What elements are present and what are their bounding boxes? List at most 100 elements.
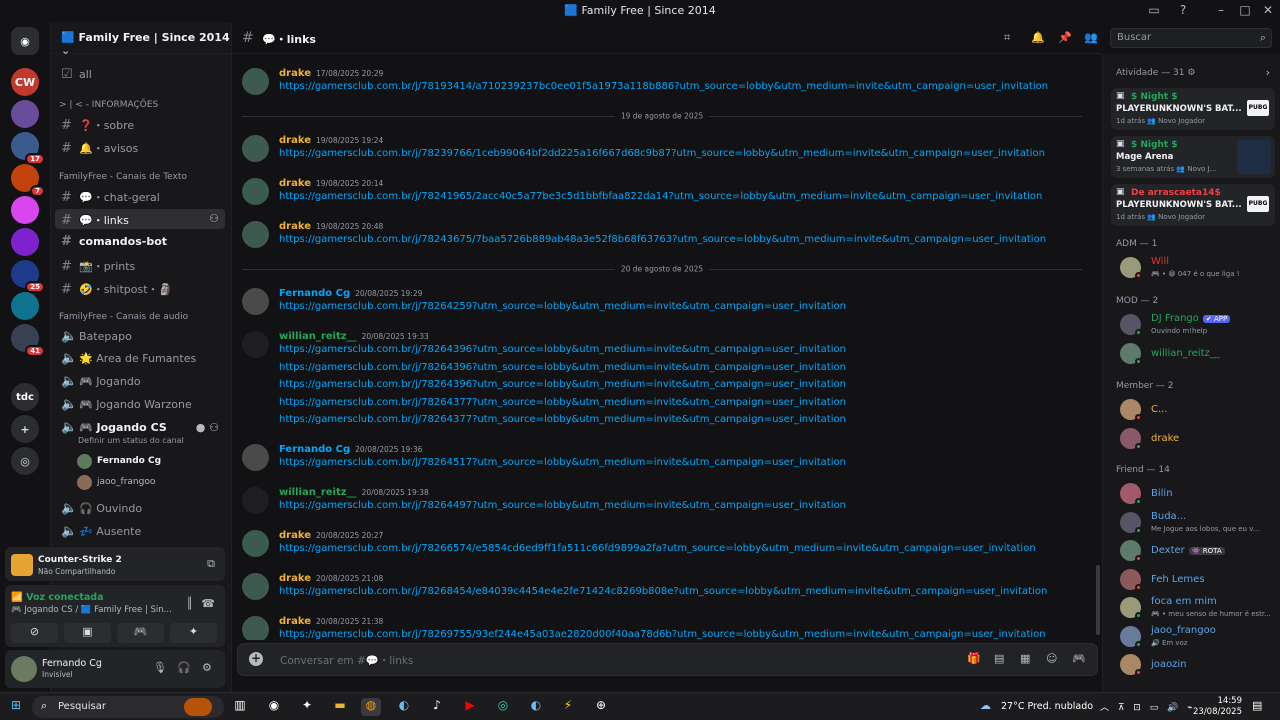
guild-tdc[interactable]: tdc [11, 383, 39, 411]
message-link[interactable]: https://gamersclub.com.br/j/78266574/e58… [279, 543, 1036, 554]
activities-button[interactable]: 🎮 [117, 623, 164, 643]
avatar[interactable] [242, 288, 269, 315]
server-icon[interactable]: 25 [11, 260, 45, 293]
author-name[interactable]: drake [279, 530, 311, 541]
server-icon[interactable] [11, 100, 39, 128]
notification-icon[interactable]: ▤ [1252, 699, 1262, 712]
server-icon[interactable] [11, 196, 39, 224]
steam-client-icon[interactable]: ◐ [526, 698, 546, 716]
camera-off-button[interactable]: ⊘ [11, 623, 58, 643]
message-link[interactable]: https://gamersclub.com.br/j/78268454/e84… [279, 586, 1047, 597]
member-row[interactable]: Dexter 👾 ROTA [1120, 536, 1280, 564]
author-name[interactable]: Fernando Cg [279, 444, 350, 455]
server-icon[interactable]: CW [11, 68, 39, 96]
windows-start-icon[interactable]: ⊞ [6, 698, 26, 716]
message-author[interactable]: drake 20/08/2025 20:27 [279, 530, 383, 541]
message-author[interactable]: willian_reitz__ 20/08/2025 19:33 [279, 331, 429, 342]
server-header[interactable]: 🟦 Family Free | Since 2014 ⌄ [51, 22, 233, 57]
avatar[interactable] [242, 444, 269, 471]
disconnect-icon[interactable]: ☎ [201, 597, 215, 610]
message-author[interactable]: Fernando Cg 20/08/2025 19:36 [279, 444, 422, 455]
member-row[interactable]: joaozin [1120, 650, 1280, 678]
author-name[interactable]: Fernando Cg [279, 288, 350, 299]
member-row[interactable]: Feh Lemes [1120, 565, 1280, 593]
voice-jogando-warzone[interactable]: 🔈 🎮 Jogando Warzone [55, 395, 225, 415]
avatar[interactable] [242, 68, 269, 95]
channel-avisos[interactable]: # 🔔・avisos [55, 137, 225, 157]
avatar[interactable] [242, 487, 269, 514]
message-author[interactable]: drake 20/08/2025 21:08 [279, 573, 383, 584]
voice-channel[interactable]: 🎮 Jogando CS / 🟦 Family Free | Sin... [11, 605, 171, 615]
invite-icon[interactable]: ⚇ [209, 212, 219, 225]
channel-chat-geral[interactable]: # 💬・chat-geral [55, 186, 225, 206]
message-author[interactable]: willian_reitz__ 20/08/2025 19:38 [279, 487, 429, 498]
steam-icon[interactable]: ◐ [394, 698, 414, 716]
member-row[interactable]: foca em mim 🎮 • meu senso de humor é estr… [1120, 593, 1280, 621]
author-name[interactable]: drake [279, 135, 311, 146]
search-input[interactable]: Buscar ⌕ [1110, 28, 1272, 48]
channel-sobre[interactable]: # ❓・sobre [55, 114, 225, 134]
member-row[interactable]: jaoo_frangoo 🔊 Em voz [1120, 622, 1280, 650]
author-name[interactable]: drake [279, 616, 311, 627]
channel-links[interactable]: # 💬・links ⚇ [55, 209, 225, 229]
headphones-icon[interactable]: 🎧 [177, 661, 191, 674]
message-link[interactable]: https://gamersclub.com.br/j/78264259?utm… [279, 301, 846, 312]
member-list-icon[interactable]: 👥 [1084, 31, 1098, 44]
member-row[interactable]: DJ Frango ✔ APP Ouvindo m!help [1120, 310, 1280, 338]
scrollbar[interactable] [1096, 565, 1100, 635]
message-link[interactable]: https://gamersclub.com.br/j/78193414/a71… [279, 81, 1048, 92]
chat-icon[interactable]: ● ⚇ [196, 421, 219, 434]
microphone-icon[interactable]: 🎙 [153, 661, 167, 674]
member-row[interactable]: C... [1120, 395, 1280, 423]
voice-area-fumantes[interactable]: 🔈 🌟 Area de Fumantes [55, 349, 225, 369]
channel-prints[interactable]: # 📸・prints [55, 255, 225, 275]
gift-icon[interactable]: 🎁 [967, 652, 981, 665]
bell-icon[interactable]: 🔔 [1031, 31, 1045, 44]
channel-all[interactable]: ☑ all [55, 65, 225, 85]
message-author[interactable]: Fernando Cg 20/08/2025 19:29 [279, 288, 422, 299]
message-link[interactable]: https://gamersclub.com.br/j/78269755/93e… [279, 629, 1046, 640]
discord-home-icon[interactable]: ◉ [11, 27, 39, 55]
member-row[interactable]: Buda... Me Jogue aos lobos, que eu v... [1120, 508, 1280, 536]
message-link[interactable]: https://gamersclub.com.br/j/78264396?utm… [279, 362, 846, 373]
noise-icon[interactable]: ║ [186, 597, 193, 610]
author-name[interactable]: drake [279, 68, 311, 79]
message-link[interactable]: https://gamersclub.com.br/j/78264396?utm… [279, 379, 846, 390]
sticker-icon[interactable]: ▦ [1020, 652, 1030, 665]
chevron-right-icon[interactable]: › [1266, 66, 1270, 79]
author-name[interactable]: drake [279, 221, 311, 232]
message-link[interactable]: https://gamersclub.com.br/j/78264377?utm… [279, 414, 846, 425]
voice-ausente[interactable]: 🔈 💤 Ausente [55, 522, 225, 542]
user-name[interactable]: Fernando Cg [42, 658, 102, 669]
soundboard-button[interactable]: ✦ [170, 623, 217, 643]
message-author[interactable]: drake 19/08/2025 20:14 [279, 178, 383, 189]
task-view-icon[interactable]: ▥ [230, 698, 250, 716]
message-link[interactable]: https://gamersclub.com.br/j/78264396?utm… [279, 344, 846, 355]
maximize-icon[interactable]: □ [1237, 3, 1253, 19]
voice-batepapo[interactable]: 🔈 Batepapo [55, 327, 225, 347]
message-author[interactable]: drake 19/08/2025 20:48 [279, 221, 383, 232]
voice-ouvindo[interactable]: 🔈 🎧 Ouvindo [55, 499, 225, 519]
message-link[interactable]: https://gamersclub.com.br/j/78264377?utm… [279, 397, 846, 408]
app-icon[interactable]: ⚡ [558, 698, 578, 716]
voice-user[interactable]: jaoo_frangoo [77, 472, 155, 492]
close-icon[interactable]: ✕ [1260, 3, 1276, 19]
help-icon[interactable]: ? [1175, 3, 1191, 19]
pin-icon[interactable]: 📌 [1058, 31, 1072, 44]
server-icon[interactable] [11, 292, 39, 320]
message-link[interactable]: https://gamersclub.com.br/j/78239766/1ce… [279, 148, 1045, 159]
avatar[interactable] [11, 656, 37, 682]
message-author[interactable]: drake 19/08/2025 19:24 [279, 135, 383, 146]
gamersclub-icon[interactable]: ◎ [493, 698, 513, 716]
category-info[interactable]: > | < - INFORMAÇÕES [59, 100, 158, 110]
server-icon[interactable]: 7 [11, 164, 45, 197]
copilot-icon[interactable]: ✦ [297, 698, 317, 716]
avatar[interactable] [242, 573, 269, 600]
activity-card[interactable]: ▣ $ Night $ PLAYERUNKNOWN'S BAT... 1d atrás… [1111, 88, 1275, 130]
message-author[interactable]: drake 20/08/2025 21:38 [279, 616, 383, 627]
avatar[interactable] [242, 331, 269, 358]
message-author[interactable]: drake 17/08/2025 20:29 [279, 68, 383, 79]
message-link[interactable]: https://gamersclub.com.br/j/78264517?utm… [279, 457, 846, 468]
member-row[interactable]: Will 🎮 • 😁 047 é o que liga ! [1120, 253, 1280, 281]
cs2-taskbar-icon[interactable]: ⊕ [591, 698, 611, 716]
